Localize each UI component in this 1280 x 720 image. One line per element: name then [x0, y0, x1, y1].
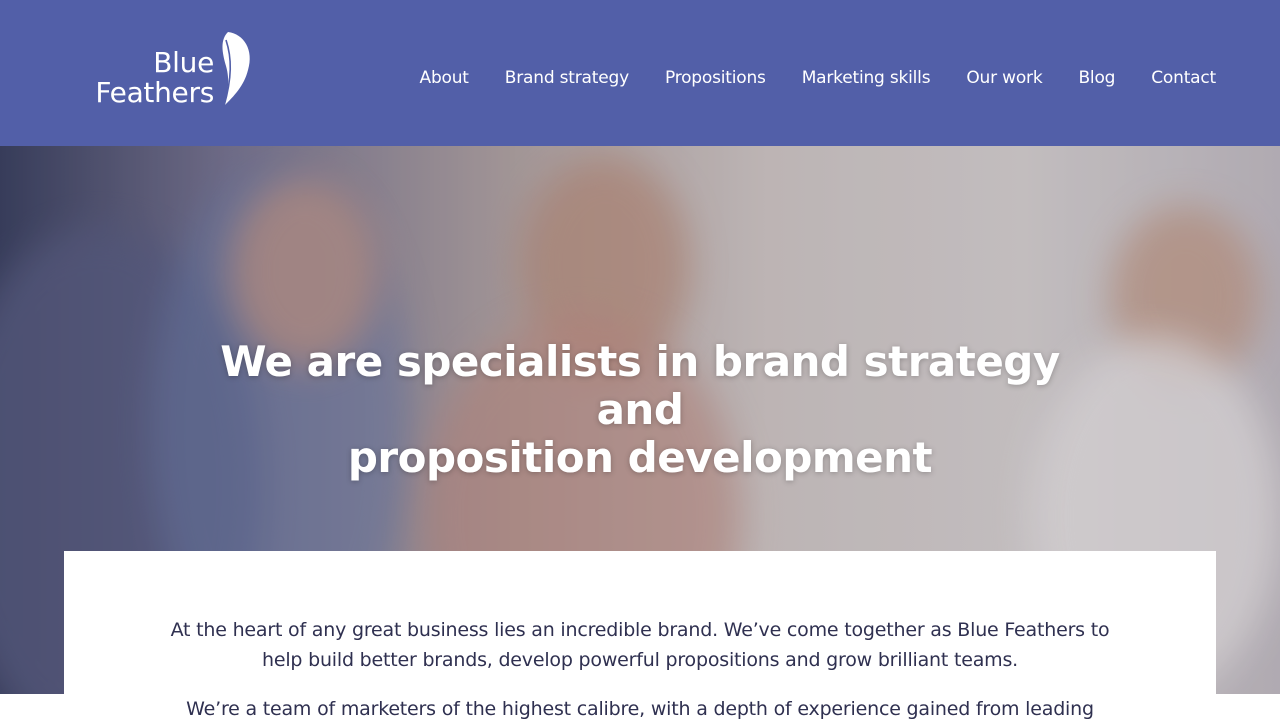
logo-text-feathers: Feathers — [95, 76, 214, 109]
hero-title-line: proposition development — [347, 433, 933, 482]
main-nav: About Brand strategy Propositions Market… — [420, 64, 1217, 92]
nav-about[interactable]: About — [420, 64, 469, 92]
nav-blog[interactable]: Blog — [1078, 64, 1115, 92]
hero-title-line: We are specialists in brand strategy — [220, 337, 1060, 386]
site-header: Blue Feathers About Brand strategy Propo… — [0, 0, 1280, 146]
nav-propositions[interactable]: Propositions — [665, 64, 766, 92]
nav-marketing-skills[interactable]: Marketing skills — [802, 64, 931, 92]
hero-title: We are specialists in brand strategy and… — [0, 338, 1280, 482]
feather-icon — [222, 32, 250, 107]
hero-title-line: and — [596, 385, 684, 434]
intro-paragraph: At the heart of any great business lies … — [170, 619, 1110, 671]
intro-card: At the heart of any great business lies … — [64, 551, 1216, 720]
logo[interactable]: Blue Feathers — [62, 30, 252, 110]
nav-our-work[interactable]: Our work — [966, 64, 1042, 92]
nav-brand-strategy[interactable]: Brand strategy — [505, 64, 629, 92]
logo-text-blue: Blue — [153, 46, 214, 79]
nav-contact[interactable]: Contact — [1151, 64, 1216, 92]
intro-paragraph: We’re a team of marketers of the highest… — [186, 698, 1094, 720]
